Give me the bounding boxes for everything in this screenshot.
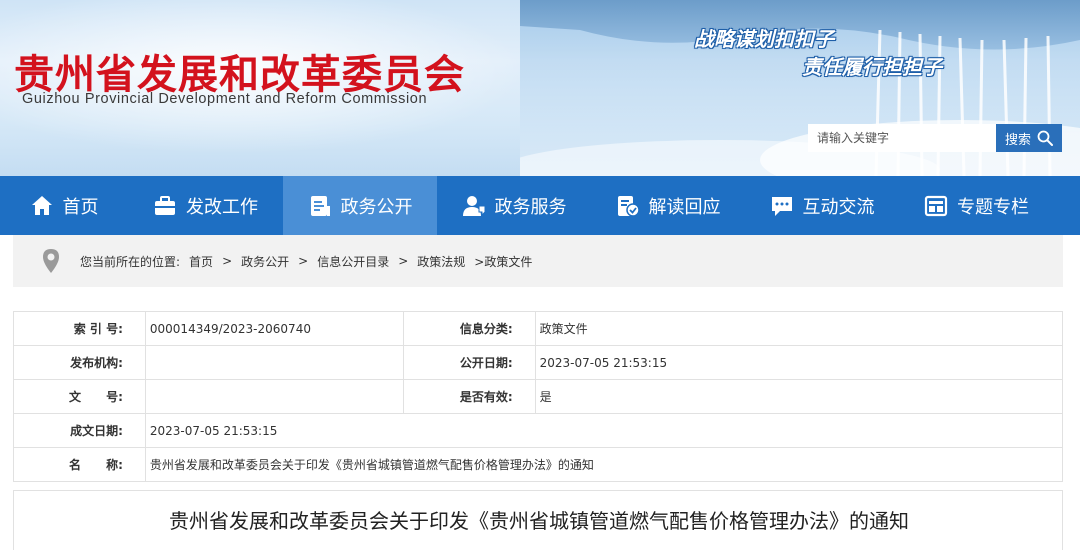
slogan-line-1: 战略谋划扣扣子 [694, 27, 834, 51]
main-nav: 首页 发改工作 政务公开 政务服务 解读回应 互动交流 专题专栏 [0, 176, 1080, 235]
header-banner: 贵州省发展和改革委员会 Guizhou Provincial Developme… [0, 0, 1080, 176]
breadcrumb-link-home[interactable]: 首页 [189, 253, 213, 270]
table-row: 发布机构: 公开日期: 2023-07-05 21:53:15 [13, 345, 1064, 380]
table-row: 索 引 号: 000014349/2023-2060740 信息分类: 政策文件 [13, 311, 1064, 346]
nav-item-services[interactable]: 政务服务 [437, 176, 591, 235]
table-row: 名 称: 贵州省发展和改革委员会关于印发《贵州省城镇管道燃气配售价格管理办法》的… [13, 447, 1064, 482]
written-date-label: 成文日期: [13, 413, 146, 448]
briefcase-icon [155, 195, 175, 215]
breadcrumb-link-public-affairs[interactable]: 政务公开 [241, 253, 289, 270]
chat-icon [771, 196, 792, 216]
nav-item-public-affairs[interactable]: 政务公开 [283, 176, 437, 235]
publisher-label: 发布机构: [13, 345, 146, 380]
user-service-icon [462, 195, 485, 216]
home-icon [31, 195, 52, 215]
breadcrumb-prefix: 您当前所在的位置: [80, 254, 181, 269]
document-number-label: 文 号: [13, 379, 146, 414]
site-subtitle: Guizhou Provincial Development and Refor… [22, 91, 428, 107]
breadcrumb-separator: > [398, 254, 409, 268]
nav-item-home[interactable]: 首页 [0, 176, 128, 235]
document-title: 贵州省发展和改革委员会关于印发《贵州省城镇管道燃气配售价格管理办法》的通知 [169, 509, 909, 533]
category-label: 信息分类: [402, 311, 536, 346]
breadcrumb: 您当前所在的位置: 首页 > 政务公开 > 信息公开目录 > 政策法规 >政策文… [13, 235, 1063, 287]
reply-icon [617, 195, 640, 217]
nav-item-label: 互动交流 [802, 196, 875, 218]
document-name-label: 名 称: [13, 447, 146, 482]
table-row: 文 号: 是否有效: 是 [13, 379, 1064, 414]
document-number-value [144, 379, 404, 414]
search-input[interactable] [808, 124, 996, 152]
nav-item-special-topics[interactable]: 专题专栏 [899, 176, 1054, 235]
breadcrumb-separator: > [298, 254, 309, 268]
nav-item-label: 解读回应 [648, 196, 721, 218]
index-number-label: 索 引 号: [13, 311, 146, 346]
validity-label: 是否有效: [402, 379, 536, 414]
document-icon [310, 195, 330, 216]
table-row: 成文日期: 2023-07-05 21:53:15 [13, 413, 1064, 448]
nav-item-label: 首页 [62, 196, 99, 218]
document-content: 贵州省发展和改革委员会关于印发《贵州省城镇管道燃气配售价格管理办法》的通知 [13, 490, 1063, 550]
index-number-value: 000014349/2023-2060740 [144, 311, 404, 346]
search-icon [1037, 130, 1053, 146]
written-date-value: 2023-07-05 21:53:15 [144, 413, 1064, 448]
nav-item-work[interactable]: 发改工作 [128, 176, 283, 235]
publisher-value [144, 345, 404, 380]
validity-value: 是 [534, 379, 1064, 414]
search-button[interactable]: 搜索 [996, 124, 1062, 152]
category-value: 政策文件 [534, 311, 1064, 346]
publish-date-value: 2023-07-05 21:53:15 [534, 345, 1064, 380]
nav-item-label: 发改工作 [186, 196, 258, 218]
nav-item-interpretation[interactable]: 解读回应 [591, 176, 745, 235]
breadcrumb-link-policy-docs[interactable]: >政策文件 [474, 253, 532, 270]
document-info-table: 索 引 号: 000014349/2023-2060740 信息分类: 政策文件… [13, 311, 1064, 482]
nav-item-label: 政务服务 [494, 196, 567, 218]
breadcrumb-separator: > [222, 254, 233, 268]
search-button-label: 搜索 [1004, 132, 1031, 148]
breadcrumb-link-catalog[interactable]: 信息公开目录 [317, 253, 389, 270]
nav-item-label: 政务公开 [340, 196, 413, 218]
search-bar: 搜索 [808, 124, 1062, 152]
breadcrumb-link-regulations[interactable]: 政策法规 [417, 253, 465, 270]
document-name-value: 贵州省发展和改革委员会关于印发《贵州省城镇管道燃气配售价格管理办法》的通知 [144, 447, 1064, 482]
column-icon [924, 195, 948, 216]
slogan-line-2: 责任履行担担子 [802, 55, 942, 79]
nav-item-interaction[interactable]: 互动交流 [745, 176, 899, 235]
publish-date-label: 公开日期: [402, 345, 536, 380]
nav-item-label: 专题专栏 [957, 196, 1029, 218]
location-pin-icon [43, 249, 59, 273]
